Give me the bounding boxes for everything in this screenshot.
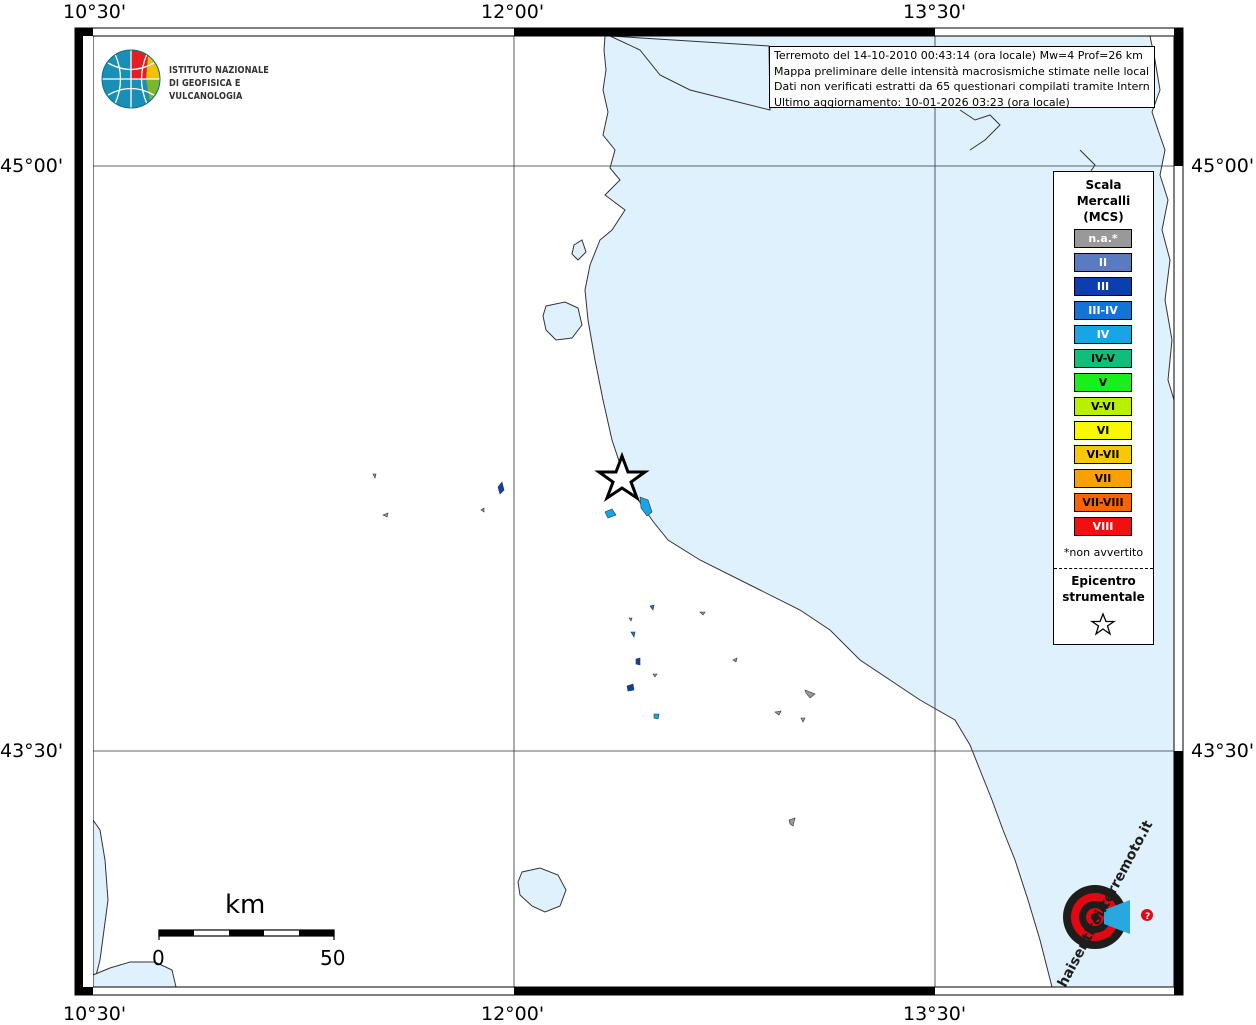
legend-item: IV — [1074, 325, 1132, 344]
ingv-name-line1: ISTITUTO NAZIONALE — [169, 65, 269, 76]
bottom-label-lon-1: 10°30' — [63, 1003, 127, 1025]
legend-item: V-VI — [1074, 397, 1132, 416]
top-label-lon-1: 10°30' — [63, 1, 127, 23]
legend-item: III — [1074, 277, 1132, 296]
intensity-point-iii — [635, 657, 641, 666]
ingv-name-line2: DI GEOFISICA E VULCANOLOGIA — [169, 78, 243, 102]
scale-unit: km — [225, 890, 266, 920]
legend-item: n.a.* — [1074, 229, 1132, 248]
ingv-logo: ISTITUTO NAZIONALE DI GEOFISICA E VULCAN… — [100, 48, 330, 110]
legend-item: III-IV — [1074, 301, 1132, 320]
top-label-lon-2: 12°00' — [481, 1, 545, 23]
bottom-label-lon-3: 13°30' — [903, 1003, 967, 1025]
top-label-lon-3: 13°30' — [903, 1, 967, 23]
scale-right-label: 50 — [320, 946, 346, 970]
right-label-lat-1: 45°00' — [1191, 155, 1255, 177]
epicenter-star-icon — [1090, 612, 1116, 636]
legend-title-line3: (MCS) — [1083, 210, 1124, 224]
legend-item: IV-V — [1074, 349, 1132, 368]
legend-epicenter-line2: strumentale — [1062, 590, 1145, 604]
event-info-line4: Ultimo aggiornamento: 10-01-2026 03:23 (… — [774, 95, 1070, 109]
event-info-line2: Mappa preliminare delle intensità macros… — [774, 64, 1150, 78]
haisentito-logo: ? haisentitoilterremoto.it — [1030, 818, 1160, 990]
right-label-lat-2: 43°30' — [1191, 740, 1255, 762]
event-info-line1: Terremoto del 14-10-2010 00:43:14 (ora l… — [774, 49, 1143, 62]
legend-note: *non avvertito — [1063, 546, 1144, 559]
left-label-lat-1: 45°00' — [0, 155, 64, 177]
legend-item: V — [1074, 373, 1132, 392]
scale-left-label: 0 — [152, 946, 165, 970]
scale-bar: km 0 50 — [150, 890, 350, 970]
mcs-legend: Scala Mercalli (MCS) n.a.* II III III-IV IV I… — [1053, 171, 1154, 645]
legend-item: VIII — [1074, 517, 1132, 536]
legend-item: VI — [1074, 421, 1132, 440]
globe-icon — [101, 49, 161, 109]
legend-separator — [1054, 568, 1153, 569]
legend-title-line1: Scala — [1085, 178, 1122, 192]
legend-title-line2: Mercalli — [1076, 194, 1131, 208]
legend-item: VII-VIII — [1074, 493, 1132, 512]
svg-text:?: ? — [1145, 912, 1150, 922]
event-info-line3: Dati non verificati estratti da 65 quest… — [774, 80, 1150, 93]
legend-item: II — [1074, 253, 1132, 272]
event-info-box: Terremoto del 14-10-2010 00:43:14 (ora l… — [769, 46, 1155, 109]
left-label-lat-2: 43°30' — [0, 740, 64, 762]
legend-item: VI-VII — [1074, 445, 1132, 464]
intensity-point-iv — [653, 713, 660, 720]
scale-bar-graphic — [158, 929, 335, 940]
legend-epicenter-line1: Epicentro — [1071, 574, 1136, 588]
legend-item: VII — [1074, 469, 1132, 488]
bottom-label-lon-2: 12°00' — [481, 1003, 545, 1025]
